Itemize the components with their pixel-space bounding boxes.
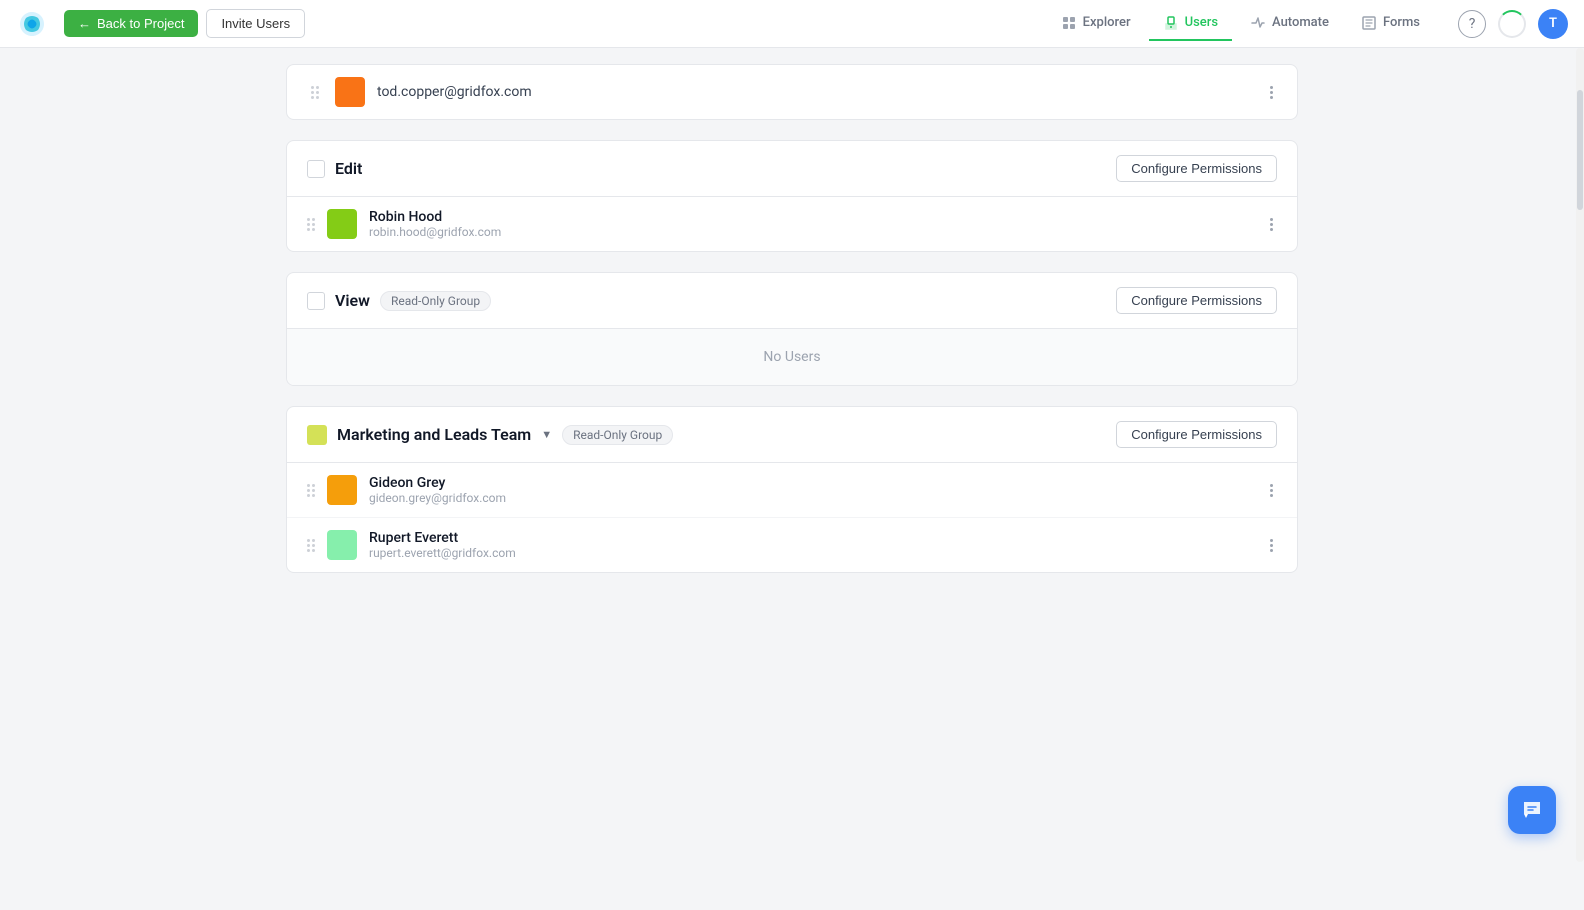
user-menu-button[interactable]: [1266, 214, 1277, 235]
user-email: robin.hood@gridfox.com: [369, 225, 1254, 239]
user-avatar: [327, 530, 357, 560]
marketing-section-icon: [307, 425, 327, 445]
user-info: Gideon Grey gideon.grey@gridfox.com: [369, 475, 1254, 505]
nav-actions: ? T: [1458, 9, 1568, 39]
scrollbar-thumb[interactable]: [1577, 90, 1583, 210]
scrollbar[interactable]: [1576, 48, 1584, 862]
drag-handle[interactable]: [307, 539, 315, 552]
help-button[interactable]: ?: [1458, 10, 1486, 38]
user-menu-button[interactable]: [1266, 535, 1277, 556]
user-email: gideon.grey@gridfox.com: [369, 491, 1254, 505]
users-lock-icon: [1163, 15, 1179, 31]
edit-configure-button[interactable]: Configure Permissions: [1116, 155, 1277, 182]
user-name: Gideon Grey: [369, 475, 1254, 491]
marketing-badge: Read-Only Group: [562, 425, 673, 445]
user-email: rupert.everett@gridfox.com: [369, 546, 1254, 560]
user-avatar: [327, 475, 357, 505]
no-users-label: No Users: [287, 329, 1297, 385]
partial-user-avatar: [335, 77, 365, 107]
marketing-section-header: Marketing and Leads Team ▼ Read-Only Gro…: [287, 407, 1297, 463]
partial-user-email: tod.copper@gridfox.com: [377, 84, 1254, 100]
user-menu-button[interactable]: [1266, 480, 1277, 501]
main-content: tod.copper@gridfox.com Edit Configure Pe…: [0, 48, 1584, 862]
explorer-icon: [1061, 15, 1077, 31]
partial-drag-handle[interactable]: [307, 82, 323, 103]
nav-items: Explorer Users Automate Forms: [1047, 7, 1434, 41]
user-name: Robin Hood: [369, 209, 1254, 225]
chat-icon: [1520, 798, 1544, 822]
nav-forms[interactable]: Forms: [1347, 7, 1434, 41]
user-info: Robin Hood robin.hood@gridfox.com: [369, 209, 1254, 239]
forms-icon: [1361, 15, 1377, 31]
back-to-project-button[interactable]: Back to Project: [64, 10, 198, 37]
view-section-title: View: [335, 291, 370, 310]
top-nav: Back to Project Invite Users Explorer Us…: [0, 0, 1584, 48]
view-checkbox[interactable]: [307, 292, 325, 310]
table-row: Rupert Everett rupert.everett@gridfox.co…: [287, 518, 1297, 572]
partial-user-row: tod.copper@gridfox.com: [286, 64, 1298, 120]
invite-users-button[interactable]: Invite Users: [206, 9, 305, 38]
table-row: Robin Hood robin.hood@gridfox.com: [287, 197, 1297, 251]
nav-automate[interactable]: Automate: [1236, 7, 1343, 41]
partial-user-info: tod.copper@gridfox.com: [377, 84, 1254, 100]
marketing-section: Marketing and Leads Team ▼ Read-Only Gro…: [286, 406, 1298, 573]
partial-user-menu[interactable]: [1266, 82, 1277, 103]
dropdown-arrow-icon[interactable]: ▼: [541, 428, 552, 441]
avatar[interactable]: T: [1538, 9, 1568, 39]
edit-section-header: Edit Configure Permissions: [287, 141, 1297, 197]
content-area: tod.copper@gridfox.com Edit Configure Pe…: [262, 48, 1322, 609]
view-section-header: View Read-Only Group Configure Permissio…: [287, 273, 1297, 329]
user-info: Rupert Everett rupert.everett@gridfox.co…: [369, 530, 1254, 560]
logo: [16, 8, 48, 40]
drag-handle[interactable]: [307, 218, 315, 231]
automate-icon: [1250, 15, 1266, 31]
table-row: Gideon Grey gideon.grey@gridfox.com: [287, 463, 1297, 518]
marketing-configure-button[interactable]: Configure Permissions: [1116, 421, 1277, 448]
user-name: Rupert Everett: [369, 530, 1254, 546]
view-section: View Read-Only Group Configure Permissio…: [286, 272, 1298, 386]
loading-indicator: [1498, 10, 1526, 38]
edit-checkbox[interactable]: [307, 160, 325, 178]
view-configure-button[interactable]: Configure Permissions: [1116, 287, 1277, 314]
nav-explorer[interactable]: Explorer: [1047, 7, 1145, 41]
user-avatar: [327, 209, 357, 239]
view-badge: Read-Only Group: [380, 291, 491, 311]
marketing-section-title: Marketing and Leads Team: [337, 425, 531, 444]
chat-button[interactable]: [1508, 786, 1556, 834]
edit-section: Edit Configure Permissions Robin Hood ro…: [286, 140, 1298, 252]
edit-section-title: Edit: [335, 159, 362, 178]
nav-users[interactable]: Users: [1149, 7, 1232, 41]
drag-handle[interactable]: [307, 484, 315, 497]
